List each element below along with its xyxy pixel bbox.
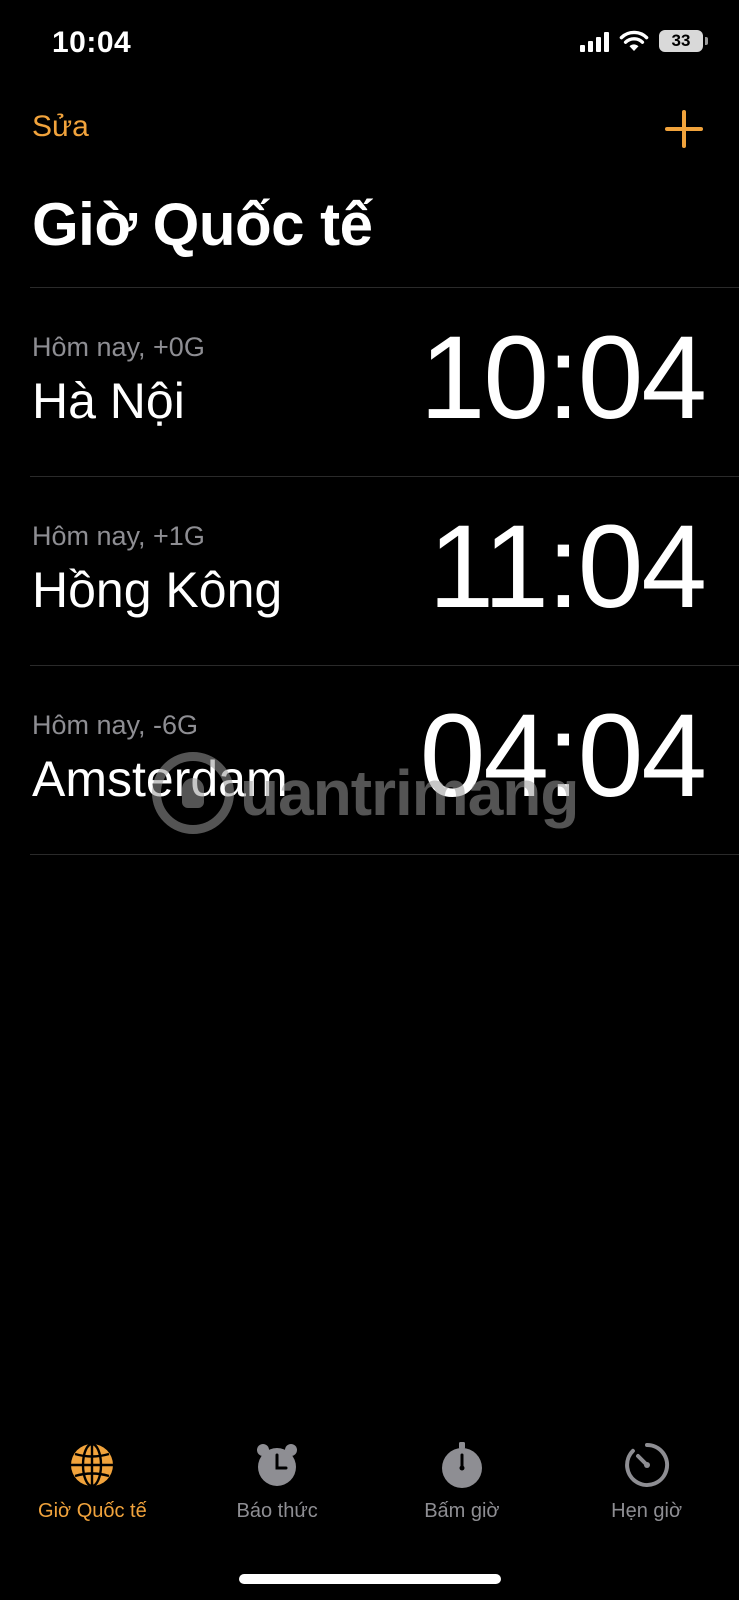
clock-offset: Hôm nay, +0G [32, 332, 205, 362]
clock-time: 11:04 [428, 501, 707, 633]
tab-alarm[interactable]: Báo thức [185, 1440, 370, 1530]
alarm-clock-icon [252, 1440, 302, 1490]
tab-stopwatch[interactable]: Bấm giờ [370, 1440, 555, 1530]
clock-row-hanoi[interactable]: Hôm nay, +0G Hà Nội 10:04 [30, 288, 739, 477]
cellular-signal-icon [580, 30, 609, 52]
wifi-icon [619, 30, 649, 51]
clock-offset: Hôm nay, +1G [32, 521, 205, 551]
tab-timer[interactable]: Hẹn giờ [554, 1440, 739, 1530]
clock-time: 10:04 [419, 312, 707, 444]
battery-icon: 33 [659, 30, 708, 52]
clock-city: Hồng Kông [32, 562, 283, 618]
status-icons: 33 [580, 30, 708, 52]
tab-label: Hẹn giờ [611, 1500, 683, 1522]
stopwatch-icon [437, 1440, 487, 1490]
watermark: uantrimang [152, 752, 579, 834]
watermark-text: uantrimang [240, 757, 579, 829]
edit-button[interactable]: Sửa [32, 110, 89, 144]
clock-row-hongkong[interactable]: Hôm nay, +1G Hồng Kông 11:04 [30, 477, 739, 666]
tab-bar: Giờ Quốc tế Báo thức Bấm giờ Hẹn giờ [0, 1440, 739, 1530]
home-indicator[interactable] [239, 1574, 501, 1584]
timer-icon [622, 1440, 672, 1490]
page-title: Giờ Quốc tế [32, 191, 373, 258]
tab-label: Giờ Quốc tế [38, 1500, 147, 1522]
globe-icon [67, 1440, 117, 1490]
status-time: 10:04 [52, 26, 132, 59]
clock-offset: Hôm nay, -6G [32, 710, 199, 740]
add-clock-button[interactable] [665, 110, 703, 148]
tab-label: Báo thức [236, 1500, 318, 1522]
tab-label: Bấm giờ [424, 1500, 500, 1522]
clock-city: Hà Nội [32, 373, 185, 429]
tab-world-clock[interactable]: Giờ Quốc tế [0, 1440, 185, 1530]
status-bar: 10:04 33 [0, 0, 739, 90]
watermark-logo-icon [152, 752, 234, 834]
